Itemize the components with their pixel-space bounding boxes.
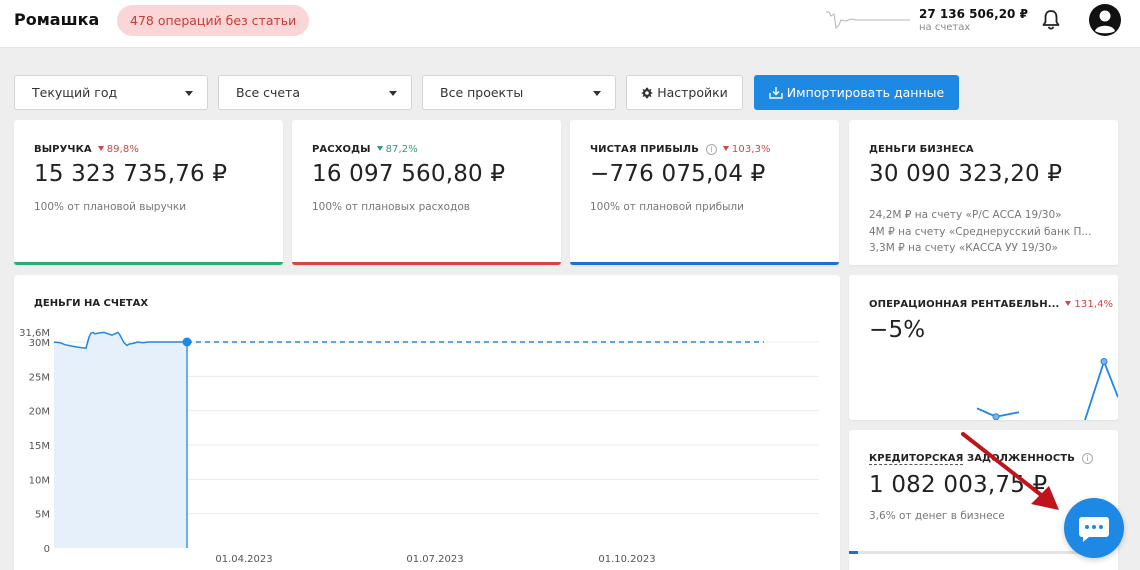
y-tick-label: 5M [35,510,50,521]
business-money-label: ДЕНЬГИ БИЗНЕСА [869,144,974,155]
y-tick-label: 15M [29,441,50,452]
accounts-select[interactable]: Все счета [218,75,412,110]
settings-button[interactable]: Настройки [626,75,743,110]
net-profit-card[interactable]: ЧИСТАЯ ПРИБЫЛЬ i 103,3% −776 075,04 ₽ 100%… [570,120,839,265]
operating-margin-sparkline [976,358,1118,420]
chat-button[interactable] [1064,498,1124,558]
sparkline-segment [1103,361,1118,398]
user-icon [1090,5,1120,35]
triangle-down-icon [376,146,383,151]
period-select-value: Текущий год [32,85,118,100]
revenue-delta: 89,8% [97,144,139,155]
chevron-down-icon [389,91,397,96]
projects-select[interactable]: Все проекты [422,75,616,110]
expenses-bar [292,262,561,265]
net-profit-bar [570,262,839,265]
chat-icon [1079,517,1109,542]
business-money-value: 30 090 323,20 ₽ [869,161,1063,187]
operating-margin-card[interactable]: ОПЕРАЦИОННАЯ РЕНТАБЕЛЬН... 131,4% −5% [849,275,1118,420]
accounts-payable-track [849,551,1099,554]
business-money-card[interactable]: ДЕНЬГИ БИЗНЕСА 30 090 323,20 ₽ 24,2M ₽ н… [849,120,1118,265]
revenue-note: 100% от плановой выручки [34,201,187,213]
y-tick-label: 0 [44,544,50,555]
revenue-label: ВЫРУЧКА 89,8% [34,144,139,155]
account-balance-line: 4M ₽ на счету «Среднерусский банк П... [869,225,1092,238]
sparkline-point [992,413,1000,420]
current-point [182,337,192,347]
balance-sparkline [826,11,910,30]
total-balance[interactable]: 27 136 506,20 ₽ на счетах [919,7,1028,33]
x-tick-label: 01.07.2023 [406,554,463,565]
revenue-value: 15 323 735,76 ₽ [34,161,228,187]
total-balance-value: 27 136 506,20 ₽ [919,7,1028,21]
download-icon [769,87,783,99]
expenses-card[interactable]: РАСХОДЫ 87,2% 16 097 560,80 ₽ 100% от пла… [292,120,561,265]
money-on-accounts-chart[interactable]: 0 5M 10M 15M 20M 25M 30M31,6M 01.04.2023 01.07.2… [14,275,840,570]
top-bar: Ромашка 478 операций без статьи 27 136 5… [0,0,1140,48]
sparkline-segment [995,411,1020,418]
uncategorized-operations-badge[interactable]: 478 операций без статьи [117,5,310,36]
accounts-payable-link[interactable]: КРЕДИТОРСКАЯ [869,453,964,465]
period-select[interactable]: Текущий год [14,75,208,110]
y-tick-label: 25M [29,372,50,383]
chevron-down-icon [185,91,193,96]
revenue-bar [14,262,283,265]
x-tick-label: 01.10.2023 [598,554,655,565]
triangle-down-icon [97,146,104,151]
settings-button-label: Настройки [657,85,728,100]
net-profit-delta: 103,3% [722,144,771,155]
account-balance-line: 24,2M ₽ на счету «Р/С АССА 19/30» [869,209,1062,221]
sparkline-segment [1084,361,1105,420]
money-on-accounts-card: ДЕНЬГИ НА СЧЕТАХ 0 5M 10M 15M 20M 25M 30M 31,6M… [14,275,840,570]
account-balances-list: 24,2M ₽ на счету «Р/С АССА 19/30» 4M ₽ н… [869,207,1091,257]
expenses-note: 100% от плановых расходов [312,201,470,213]
expenses-label: РАСХОДЫ 87,2% [312,144,418,155]
sparkline-point [1100,358,1108,365]
triangle-down-icon [722,146,729,151]
net-profit-note: 100% от плановой прибыли [590,201,744,213]
import-data-button[interactable]: Импортировать данные [754,75,959,110]
gear-icon [641,87,653,99]
y-max-label: 31,6M [19,328,50,339]
import-data-button-label: Импортировать данные [786,85,945,100]
total-balance-caption: на счетах [919,22,971,33]
revenue-card[interactable]: ВЫРУЧКА 89,8% 15 323 735,76 ₽ 100% от пла… [14,120,283,265]
info-icon[interactable]: i [705,144,717,155]
y-tick-label: 30M [29,338,50,349]
red-arrow-annotation [961,432,1059,510]
y-tick-label: 10M [29,475,50,486]
info-icon[interactable]: i [1081,453,1093,464]
accounts-payable-bar [849,551,858,554]
projects-select-value: Все проекты [440,85,524,100]
bell-icon[interactable] [1041,9,1061,31]
accounts-select-value: Все счета [236,85,301,100]
net-profit-value: −776 075,04 ₽ [590,161,766,187]
y-tick-label: 20M [29,407,50,418]
user-avatar[interactable] [1089,4,1121,36]
net-profit-label: ЧИСТАЯ ПРИБЫЛЬ i 103,3% [590,144,771,155]
company-name[interactable]: Ромашка [14,10,99,29]
chevron-down-icon [593,91,601,96]
expenses-value: 16 097 560,80 ₽ [312,161,506,187]
account-balance-line: 3,3M ₽ на счету «КАССА УУ 19/30» [869,242,1058,254]
actual-area [54,332,187,548]
x-tick-label: 01.04.2023 [215,554,272,565]
expenses-delta: 87,2% [376,144,418,155]
